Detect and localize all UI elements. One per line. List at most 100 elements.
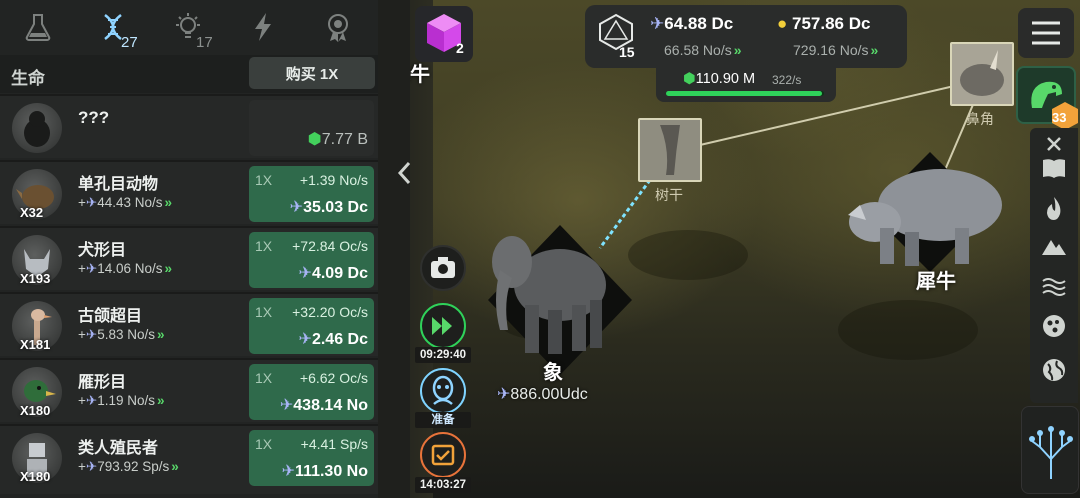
species-name: 犬形目 [78,242,127,259]
entropy-icon: ✈ [85,261,98,276]
double-chevron-icon: » [157,393,164,408]
buy-cost: ✈438.14 No [279,397,368,414]
double-chevron-icon: » [171,459,178,474]
dice-count: 15 [619,44,635,60]
list-item[interactable]: X193 犬形目 +✈14.06 No/s» 1X +72.84 Oc/s ✈4… [0,226,378,290]
population-rate: 322/s [772,73,802,87]
lightbulb-icon: ● [777,14,788,33]
ready-button[interactable] [420,368,466,414]
buy-cost: ✈35.03 Dc [289,199,368,216]
panel-title: 生命 [11,69,45,88]
gem-icon: ⬢ [683,71,696,87]
double-chevron-icon: » [164,261,172,276]
tab-dna[interactable]: 27 [75,0,150,54]
collapse-panel-button[interactable] [392,155,418,191]
buy-cost: ✈2.46 Dc [298,331,368,348]
multiplier: X32 [20,205,44,220]
population-progress-fill [666,91,823,96]
daily-task-button[interactable] [420,432,466,478]
buy-button[interactable]: 1X +6.62 Oc/s ✈438.14 No [249,364,374,420]
fast-forward-icon [432,317,452,335]
entropy-icon: ✈ [85,327,98,342]
buy-button[interactable]: 1X +4.41 Sp/s ✈111.30 No [249,430,374,486]
avatar [12,103,62,153]
buy-gain: +6.62 Oc/s [299,370,368,386]
population-value: ⬢110.90 M [683,71,756,87]
entropy-icon: ✈ [497,386,511,403]
buy-level: 1X [255,436,273,452]
list-item[interactable]: X180 类人殖民者 +✈793.92 Sp/s» 1X +4.41 Sp/s … [0,424,378,494]
book-icon[interactable] [1040,154,1068,182]
menu-button[interactable] [1018,8,1074,58]
tab-ideas[interactable]: 17 [150,0,225,54]
lightning-icon [254,13,271,41]
buy-gain: +32.20 Oc/s [292,304,368,320]
entropy-icon: ✈ [279,397,294,414]
species-rate: +✈793.92 Sp/s» [78,459,178,474]
camera-button[interactable] [420,245,466,291]
multiplier: X193 [20,271,51,286]
list-item[interactable]: X32 单孔目动物 +✈44.43 No/s» 1X +1.39 No/s ✈3… [0,160,378,224]
chevron-left-icon [397,161,411,185]
entropy-rate: 66.58 No/s» [664,42,742,58]
waves-icon[interactable] [1040,272,1068,300]
task-timer: 14:03:27 [415,477,471,493]
list-item[interactable]: X181 古颌超目 +✈5.83 No/s» 1X +32.20 Oc/s ✈2… [0,292,378,356]
species-rate: +✈14.06 No/s» [78,261,172,276]
species-rate: +✈44.43 No/s» [78,195,172,210]
elephant-label[interactable]: 象 [543,356,563,385]
tree-icon [1029,426,1073,479]
entropy-icon: ✈ [650,14,665,33]
population-progress [666,91,824,96]
cell-icon[interactable] [1040,312,1068,340]
double-chevron-icon: » [733,42,742,58]
locked-creature-icon [24,111,50,147]
entropy-icon: ✈ [85,393,98,408]
trunk-node[interactable] [638,118,702,182]
horn-node[interactable] [950,42,1014,106]
entropy-icon: ✈ [85,195,98,210]
boost-button[interactable] [420,303,466,349]
double-chevron-icon: » [870,42,879,58]
entropy-icon: ✈ [289,199,304,216]
buy-level: 1X [255,304,273,320]
entropy-total: ✈64.88 Dc [650,14,734,33]
elephant-value: ✈886.00Udc [497,386,588,403]
tab-energy[interactable] [225,0,300,54]
fire-icon[interactable] [1040,194,1068,222]
species-name: 类人殖民者 [78,440,159,457]
buy-button[interactable]: 1X +32.20 Oc/s ✈2.46 Dc [249,298,374,354]
species-name: 单孔目动物 [78,176,159,193]
mountain-icon[interactable] [1040,232,1068,260]
hamburger-icon [1032,21,1060,45]
tab-science[interactable] [0,0,75,54]
elephant-trunk-icon [640,120,700,180]
multiplier: X181 [20,337,51,352]
tab-achievements[interactable] [300,0,375,54]
evolution-tree-button[interactable] [1021,406,1079,494]
buy-button[interactable]: 1X +72.84 Oc/s ✈4.09 Dc [249,232,374,288]
panel-collapse-strip [378,0,410,498]
species-name: 雁形目 [78,374,127,391]
globe-icon[interactable] [1040,356,1068,384]
list-item[interactable]: X180 雁形目 +✈1.19 No/s» 1X +6.62 Oc/s ✈438… [0,358,378,422]
buy-mode-button[interactable]: 购买 1X [249,57,375,89]
buy-gain: +4.41 Sp/s [300,436,368,452]
cube-button[interactable] [415,6,473,62]
buy-button[interactable]: 1X +1.39 No/s ✈35.03 Dc [249,166,374,222]
multiplier: X180 [20,469,51,484]
map-texture [838,300,978,360]
entropy-icon: ✈ [298,265,312,282]
boost-timer: 09:29:40 [415,347,471,363]
medal-icon [327,14,348,42]
buy-gain: +1.39 No/s [299,172,368,188]
rhino-head-icon [952,44,1012,104]
list-item-locked[interactable]: ??? ⬢7.77 B [0,94,378,158]
horn-node-label: 鼻角 [966,111,994,127]
rhino-label[interactable]: 犀牛 [916,265,956,294]
double-chevron-icon: » [164,195,172,210]
ideas-count: 17 [196,34,213,51]
ideas-total: ● 757.86 Dc [777,14,871,33]
gem-icon: ⬢ [307,131,322,148]
species-rate: +✈1.19 No/s» [78,393,164,408]
